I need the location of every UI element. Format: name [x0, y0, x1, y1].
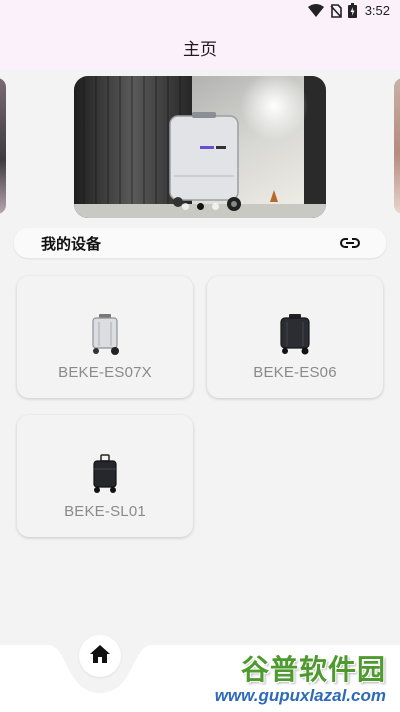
- link-icon[interactable]: [340, 237, 360, 249]
- carousel-prev-slide[interactable]: [0, 78, 6, 214]
- watermark-title: 谷普软件园: [240, 653, 386, 686]
- status-bar: 3:52: [0, 0, 400, 24]
- home-icon: [90, 645, 110, 667]
- black-suitcase-icon: [275, 314, 315, 356]
- page-title: 主页: [183, 39, 217, 60]
- device-card-beke-es07x[interactable]: BEKE-ES07X: [17, 276, 193, 398]
- status-icons: 3:52: [307, 3, 390, 18]
- banner-slide[interactable]: [74, 76, 326, 218]
- my-devices-header: 我的设备: [14, 228, 386, 258]
- battery-charging-icon: [347, 3, 357, 18]
- watermark-url: www.gupuxlazal.com: [214, 686, 386, 705]
- wifi-icon: [307, 4, 324, 17]
- device-name: BEKE-ES07X: [58, 364, 152, 381]
- no-sim-icon: [330, 3, 342, 18]
- nav-home-button[interactable]: [79, 635, 121, 677]
- banner-carousel[interactable]: [0, 76, 400, 218]
- app-bar: 主页: [0, 24, 400, 70]
- banner-image: [74, 76, 326, 218]
- watermark: 谷普软件园 www.gupuxlazal.com: [198, 648, 394, 710]
- carousel-dot[interactable]: [211, 203, 219, 210]
- carousel-dot[interactable]: [181, 203, 189, 210]
- carousel-dot-active[interactable]: [196, 203, 204, 210]
- main-content: 我的设备 BEKE-ES07X BEKE-ES06 BEKE-SL01: [0, 70, 400, 645]
- device-card-beke-sl01[interactable]: BEKE-SL01: [17, 415, 193, 537]
- my-devices-title: 我的设备: [41, 234, 102, 253]
- device-name: BEKE-ES06: [253, 364, 337, 381]
- device-name: BEKE-SL01: [64, 503, 146, 520]
- status-time: 3:52: [364, 3, 390, 18]
- black-suitcase-small-icon: [85, 453, 125, 495]
- device-card-beke-es06[interactable]: BEKE-ES06: [207, 276, 383, 398]
- carousel-next-slide[interactable]: [394, 78, 400, 214]
- silver-suitcase-icon: [85, 314, 125, 356]
- carousel-indicator: [74, 203, 326, 210]
